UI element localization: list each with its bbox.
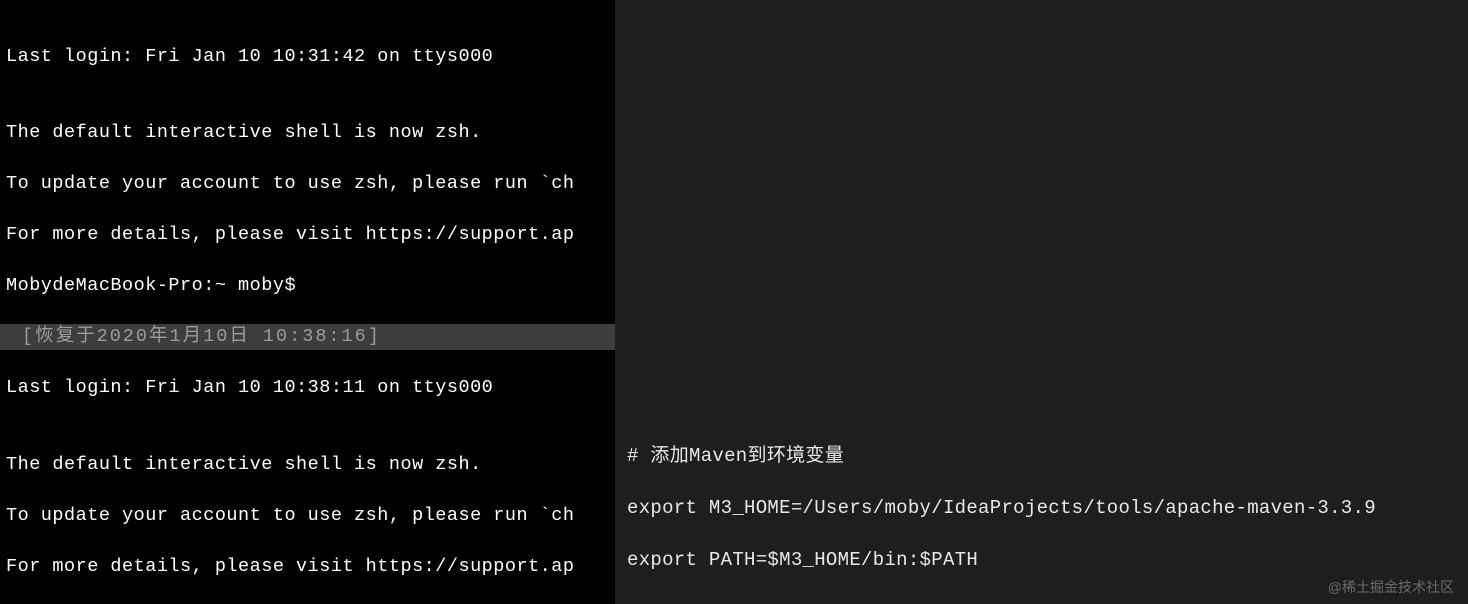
watermark-text: @稀土掘金技术社区 (1328, 574, 1454, 600)
terminal-line: For more details, please visit https://s… (6, 222, 609, 248)
terminal-line: To update your account to use zsh, pleas… (6, 171, 609, 197)
editor-line: export PATH=$M3_HOME/bin:$PATH (627, 547, 1376, 573)
editor-content[interactable]: # 添加Maven到环境变量 export M3_HOME=/Users/mob… (627, 417, 1376, 604)
terminal-line: Last login: Fri Jan 10 10:38:11 on ttys0… (6, 375, 609, 401)
terminal-line: For more details, please visit https://s… (6, 554, 609, 580)
terminal-prompt: MobydeMacBook-Pro:~ moby$ (6, 273, 609, 299)
terminal-line: The default interactive shell is now zsh… (6, 452, 609, 478)
editor-line: export M3_HOME=/Users/moby/IdeaProjects/… (627, 495, 1376, 521)
terminal-line: To update your account to use zsh, pleas… (6, 503, 609, 529)
terminal-pane[interactable]: Last login: Fri Jan 10 10:31:42 on ttys0… (0, 0, 615, 604)
terminal-line: The default interactive shell is now zsh… (6, 120, 609, 146)
editor-line-comment: # 添加Maven到环境变量 (627, 443, 1376, 469)
editor-pane[interactable]: # 添加Maven到环境变量 export M3_HOME=/Users/mob… (615, 0, 1468, 604)
terminal-line: Last login: Fri Jan 10 10:31:42 on ttys0… (6, 44, 609, 70)
split-view: Last login: Fri Jan 10 10:31:42 on ttys0… (0, 0, 1468, 604)
restore-banner: [恢复于2020年1月10日 10:38:16] (0, 324, 615, 350)
